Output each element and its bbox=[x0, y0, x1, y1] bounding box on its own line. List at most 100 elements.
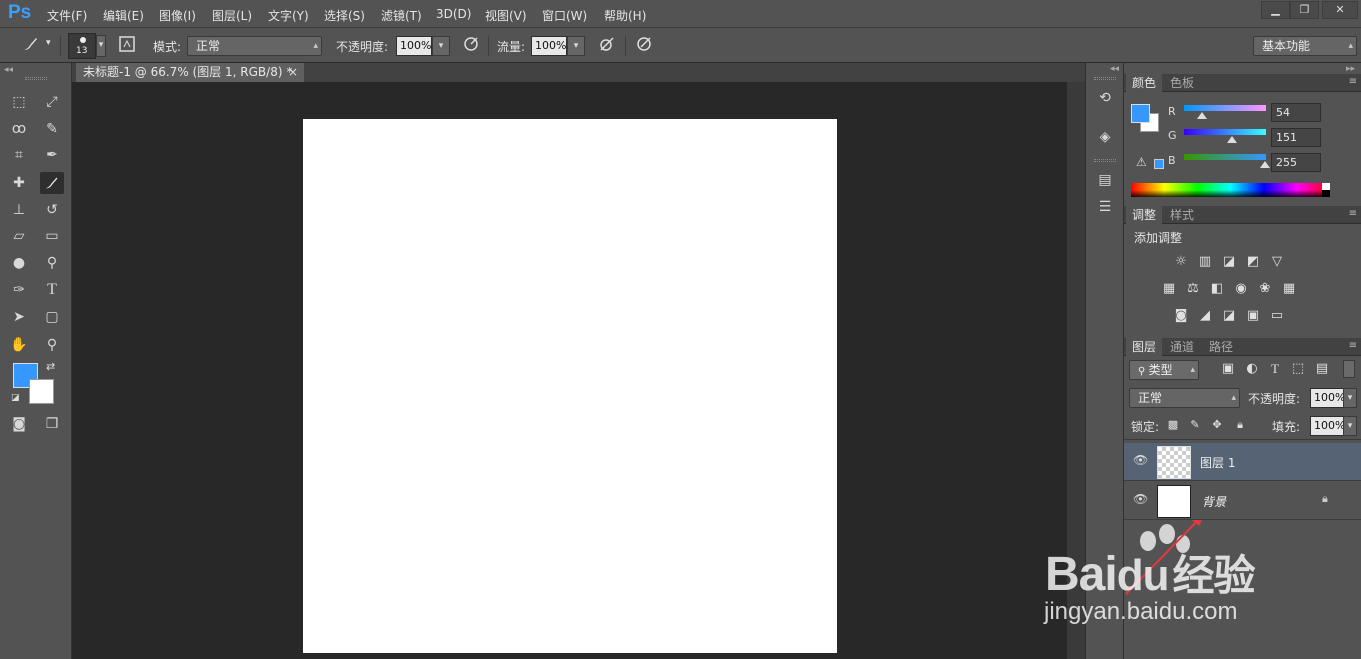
menu-edit[interactable]: 编辑(E) bbox=[103, 7, 144, 24]
blend-mode-select[interactable]: 正常 ▴ bbox=[1129, 388, 1240, 408]
vibrance-icon[interactable]: ▽ bbox=[1267, 252, 1287, 272]
opacity-input[interactable]: 100% bbox=[396, 36, 432, 56]
curves-icon[interactable]: ◪ bbox=[1219, 252, 1239, 272]
flow-dropdown[interactable]: ▾ bbox=[567, 36, 585, 56]
fill-input[interactable]: 100% bbox=[1310, 416, 1345, 436]
screen-mode-icon[interactable]: ❐ bbox=[40, 413, 64, 435]
crop-tool-icon[interactable]: ⌗ bbox=[7, 144, 31, 166]
canvas-area[interactable] bbox=[72, 82, 1067, 659]
menu-select[interactable]: 选择(S) bbox=[324, 7, 365, 24]
tab-adjustments[interactable]: 调整 bbox=[1126, 206, 1163, 224]
fill-dropdown[interactable]: ▾ bbox=[1343, 416, 1357, 436]
toolbox-grip[interactable] bbox=[25, 77, 47, 80]
vertical-scrollbar[interactable] bbox=[1067, 82, 1085, 659]
visibility-eye-icon[interactable]: 👁︎ bbox=[1133, 453, 1148, 467]
gamut-warning-icon[interactable]: ⚠ bbox=[1136, 155, 1147, 169]
r-slider-thumb[interactable] bbox=[1197, 112, 1207, 119]
brush-tool-icon[interactable] bbox=[40, 172, 64, 194]
r-input[interactable]: 54 bbox=[1271, 103, 1321, 122]
quick-mask-icon[interactable]: ◙ bbox=[7, 413, 31, 435]
type-tool-icon[interactable]: T bbox=[40, 279, 64, 301]
workspace-select[interactable]: 基本功能 ▴ bbox=[1253, 36, 1357, 56]
layers-panel-menu-icon[interactable]: ≡ bbox=[1349, 340, 1357, 351]
flow-input[interactable]: 100% bbox=[531, 36, 567, 56]
lock-pixels-icon[interactable]: ✎ bbox=[1185, 415, 1205, 435]
minimize-button[interactable]: ▁ bbox=[1261, 1, 1290, 19]
tab-layers[interactable]: 图层 bbox=[1126, 338, 1163, 356]
menu-type[interactable]: 文字(Y) bbox=[268, 7, 309, 24]
layer-filter-select[interactable]: ⚲ 类型 ▴ bbox=[1129, 360, 1199, 380]
r-slider-track[interactable] bbox=[1184, 105, 1266, 111]
visibility-eye-icon[interactable]: 👁︎ bbox=[1133, 492, 1148, 506]
menu-3d[interactable]: 3D(D) bbox=[436, 7, 471, 21]
tab-styles[interactable]: 样式 bbox=[1164, 206, 1200, 224]
menu-image[interactable]: 图像(I) bbox=[159, 7, 196, 24]
gradient-map-icon[interactable]: ▭ bbox=[1267, 306, 1287, 326]
close-document-icon[interactable]: × bbox=[288, 63, 298, 82]
clone-stamp-tool-icon[interactable]: ⊥ bbox=[7, 199, 31, 221]
dodge-tool-icon[interactable]: ⚲ bbox=[40, 252, 64, 274]
layer-name[interactable]: 背景 bbox=[1202, 493, 1226, 510]
collapse-panels-icon[interactable]: ▸▸ bbox=[1346, 64, 1355, 74]
quick-selection-tool-icon[interactable]: ✎ bbox=[40, 118, 64, 140]
selective-color-icon[interactable]: ▣ bbox=[1243, 306, 1263, 326]
collapse-dock-icon[interactable]: ◂◂ bbox=[1110, 64, 1119, 74]
color-lookup-icon[interactable]: ▦ bbox=[1279, 279, 1299, 299]
eyedropper-tool-icon[interactable]: ✒ bbox=[40, 144, 64, 166]
filter-pixel-icon[interactable]: ▣ bbox=[1218, 359, 1238, 379]
brightness-contrast-icon[interactable]: ☼ bbox=[1171, 252, 1191, 272]
swap-colors-icon[interactable]: ⇄ bbox=[46, 360, 55, 373]
filter-smart-object-icon[interactable]: ▤ bbox=[1312, 359, 1332, 379]
b-slider-track[interactable] bbox=[1184, 154, 1266, 160]
layer-name[interactable]: 图层 1 bbox=[1200, 454, 1235, 471]
background-color-swatch[interactable] bbox=[29, 379, 54, 404]
tab-channels[interactable]: 通道 bbox=[1164, 338, 1200, 356]
close-window-button[interactable]: ✕ bbox=[1322, 1, 1358, 19]
history-panel-icon[interactable]: ⟲ bbox=[1095, 88, 1115, 108]
brush-size-preview[interactable]: 13 bbox=[68, 33, 96, 59]
rectangle-tool-icon[interactable]: ▢ bbox=[40, 306, 64, 328]
layer-opacity-input[interactable]: 100% bbox=[1310, 388, 1345, 408]
menu-help[interactable]: 帮助(H) bbox=[604, 7, 646, 24]
threshold-icon[interactable]: ◪ bbox=[1219, 306, 1239, 326]
pen-tool-icon[interactable]: ✑ bbox=[7, 279, 31, 301]
collapse-toolbox-icon[interactable]: ◂◂ bbox=[4, 65, 13, 75]
blur-tool-icon[interactable]: ● bbox=[7, 252, 31, 274]
dock-grip[interactable] bbox=[1094, 77, 1116, 80]
pressure-opacity-icon[interactable] bbox=[460, 35, 482, 57]
layer-row[interactable]: 👁︎ 图层 1 bbox=[1124, 443, 1361, 481]
lock-position-icon[interactable]: ✥ bbox=[1207, 415, 1227, 435]
opacity-dropdown[interactable]: ▾ bbox=[432, 36, 450, 56]
filter-shape-icon[interactable]: ⬚ bbox=[1288, 359, 1308, 379]
menu-layer[interactable]: 图层(L) bbox=[212, 7, 252, 24]
healing-brush-tool-icon[interactable]: ✚ bbox=[7, 172, 31, 194]
eraser-tool-icon[interactable]: ▱ bbox=[7, 225, 31, 247]
marquee-tool-icon[interactable]: ⬚ bbox=[7, 91, 31, 113]
history-brush-tool-icon[interactable]: ↺ bbox=[40, 199, 64, 221]
layer-opacity-dropdown[interactable]: ▾ bbox=[1343, 388, 1357, 408]
properties-panel-icon[interactable]: ▤ bbox=[1095, 170, 1115, 190]
default-colors-icon[interactable]: ◪ bbox=[11, 393, 20, 403]
posterize-icon[interactable]: ◢ bbox=[1195, 306, 1215, 326]
move-tool-icon[interactable]: ⤢ bbox=[40, 91, 64, 113]
tab-paths[interactable]: 路径 bbox=[1203, 338, 1239, 356]
gamut-swatch[interactable] bbox=[1154, 159, 1164, 169]
channel-mixer-icon[interactable]: ❀ bbox=[1255, 279, 1275, 299]
color-spectrum-ramp[interactable] bbox=[1131, 183, 1330, 197]
restore-button[interactable]: ❐ bbox=[1290, 1, 1319, 19]
dock-grip-2[interactable] bbox=[1094, 159, 1116, 162]
brush-panel-toggle-icon[interactable] bbox=[116, 35, 138, 57]
preset-dropdown-arrow[interactable]: ▾ bbox=[46, 38, 51, 48]
adjust-panel-menu-icon[interactable]: ≡ bbox=[1349, 208, 1357, 219]
lock-transparent-icon[interactable]: ▩ bbox=[1163, 415, 1183, 435]
pressure-size-icon[interactable] bbox=[633, 35, 655, 57]
color-balance-icon[interactable]: ⚖ bbox=[1183, 279, 1203, 299]
brush-size-dropdown[interactable]: ▾ bbox=[96, 35, 106, 57]
b-slider-thumb[interactable] bbox=[1260, 161, 1270, 168]
paragraph-panel-icon[interactable]: ☰ bbox=[1095, 197, 1115, 217]
g-input[interactable]: 151 bbox=[1271, 128, 1321, 147]
mode-select[interactable]: 正常 ▴ bbox=[187, 36, 322, 56]
exposure-icon[interactable]: ◩ bbox=[1243, 252, 1263, 272]
filter-adjustment-icon[interactable]: ◐ bbox=[1242, 359, 1262, 379]
photo-filter-icon[interactable]: ◉ bbox=[1231, 279, 1251, 299]
